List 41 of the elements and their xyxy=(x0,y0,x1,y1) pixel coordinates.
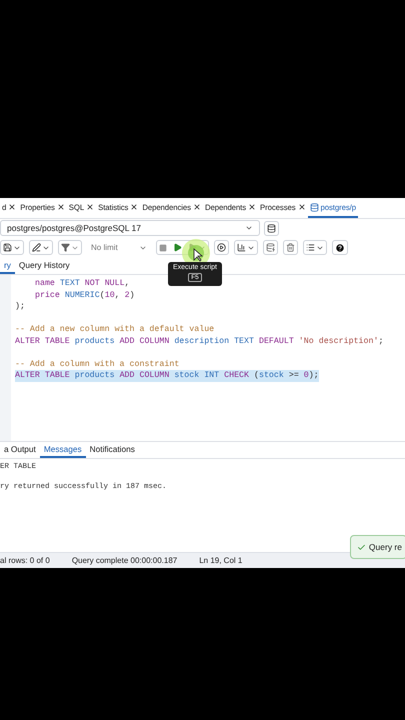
filter-icon xyxy=(61,243,70,252)
play-icon xyxy=(217,243,226,252)
success-toast: Query re xyxy=(350,535,405,559)
help-button[interactable] xyxy=(332,240,348,255)
close-icon[interactable] xyxy=(56,203,65,211)
chart-icon xyxy=(237,243,246,252)
database-button[interactable] xyxy=(264,220,279,236)
rollback-button[interactable] xyxy=(283,240,298,255)
status-text: al rows: 0 of 0 xyxy=(0,556,50,565)
limit-select[interactable]: No limit xyxy=(87,240,151,255)
status-text: Ln 19, Col 1 xyxy=(199,556,242,565)
database-icon xyxy=(267,224,276,232)
list-icon xyxy=(306,243,315,252)
close-icon[interactable] xyxy=(8,203,16,211)
status-text: Query complete 00:00:00.187 xyxy=(72,556,178,565)
save-icon xyxy=(3,243,12,252)
edit-button[interactable] xyxy=(29,240,53,255)
tab[interactable]: Messages xyxy=(40,442,86,458)
connection-select[interactable]: postgres/postgres@PostgreSQL 17 xyxy=(0,220,260,236)
pen-icon xyxy=(32,243,41,252)
filter-button[interactable] xyxy=(58,240,82,255)
tab[interactable]: Query History xyxy=(14,258,74,274)
close-icon[interactable] xyxy=(130,203,138,211)
close-icon[interactable] xyxy=(248,203,256,211)
stop-icon xyxy=(159,244,167,252)
trash-icon xyxy=(286,243,295,252)
save-button[interactable] xyxy=(0,240,24,255)
help-icon xyxy=(335,242,345,252)
close-icon[interactable] xyxy=(86,203,94,211)
chart-button[interactable] xyxy=(234,240,258,255)
macros-button[interactable] xyxy=(303,240,327,255)
close-icon[interactable] xyxy=(298,203,306,211)
commit-button[interactable] xyxy=(263,240,278,255)
check-icon xyxy=(356,542,366,552)
explain-button[interactable] xyxy=(214,240,229,255)
tab[interactable]: Notifications xyxy=(86,442,139,458)
tab[interactable]: a Output xyxy=(0,442,40,458)
caret-icon xyxy=(245,224,253,232)
database-icon xyxy=(266,243,275,252)
database-icon xyxy=(310,202,319,212)
close-icon[interactable] xyxy=(192,203,201,211)
